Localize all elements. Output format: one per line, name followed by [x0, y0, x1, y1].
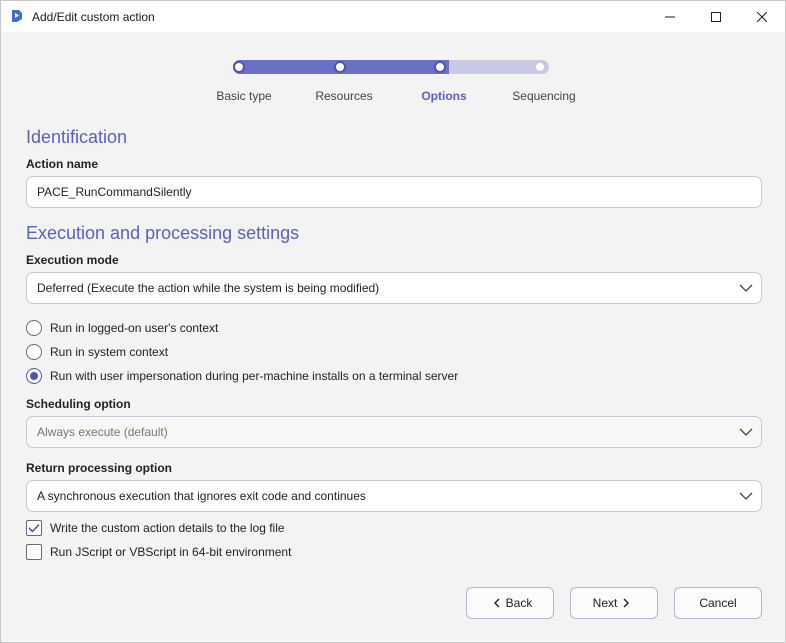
execution-mode-value: Deferred (Execute the action while the s…: [37, 281, 380, 295]
cancel-button-label: Cancel: [699, 596, 737, 610]
cancel-button[interactable]: Cancel: [674, 587, 762, 619]
return-processing-value: A synchronous execution that ignores exi…: [37, 489, 366, 503]
checkbox[interactable]: [26, 520, 42, 536]
scheduling-option-select[interactable]: Always execute (default): [26, 416, 762, 448]
checkbox-64bit-script[interactable]: Run JScript or VBScript in 64-bit enviro…: [26, 543, 291, 561]
radio-button[interactable]: [26, 344, 42, 360]
chevron-left-icon: [493, 598, 500, 608]
execution-heading: Execution and processing settings: [26, 223, 300, 243]
step-label-options[interactable]: Options: [421, 89, 466, 103]
minimize-button[interactable]: [647, 1, 693, 32]
checkbox-write-log[interactable]: Write the custom action details to the l…: [26, 519, 285, 537]
return-processing-select[interactable]: A synchronous execution that ignores exi…: [26, 480, 762, 512]
identification-heading: Identification: [26, 127, 128, 147]
step-label-sequencing[interactable]: Sequencing: [512, 89, 575, 103]
maximize-button[interactable]: [693, 1, 739, 32]
checkbox-label: Write the custom action details to the l…: [50, 521, 285, 535]
radio-label: Run in system context: [50, 345, 169, 359]
chevron-down-icon: [739, 284, 753, 292]
action-name-input[interactable]: PACE_RunCommandSilently: [26, 176, 762, 208]
step-dot-resources[interactable]: [334, 61, 346, 73]
next-button-label: Next: [592, 596, 618, 610]
radio-label: Run with user impersonation during per-m…: [50, 369, 459, 383]
radio-label: Run in logged-on user's context: [50, 321, 219, 335]
execution-mode-select[interactable]: Deferred (Execute the action while the s…: [26, 272, 762, 304]
radio-user-impersonation[interactable]: Run with user impersonation during per-m…: [26, 367, 458, 385]
return-processing-label: Return processing option: [26, 461, 173, 475]
maximize-icon: [711, 11, 721, 22]
step-dot-basic-type[interactable]: [233, 61, 245, 73]
action-name-label: Action name: [26, 157, 99, 171]
close-button[interactable]: [739, 1, 785, 32]
checkbox[interactable]: [26, 544, 42, 560]
back-button-label: Back: [505, 596, 533, 610]
app-logo-icon: [12, 10, 22, 22]
chevron-down-icon: [739, 428, 753, 436]
step-label-basic-type[interactable]: Basic type: [216, 89, 271, 103]
chevron-down-icon: [739, 492, 753, 500]
window-title: Add/Edit custom action: [32, 10, 155, 24]
checkmark-icon: [28, 523, 40, 533]
radio-system-context[interactable]: Run in system context: [26, 343, 168, 361]
minimize-icon: [665, 16, 675, 17]
scheduling-option-value: Always execute (default): [37, 425, 168, 439]
step-dot-sequencing[interactable]: [534, 61, 546, 73]
step-dot-options[interactable]: [434, 61, 446, 73]
chevron-right-icon: [623, 598, 630, 608]
scheduling-option-label: Scheduling option: [26, 397, 131, 411]
radio-button[interactable]: [26, 368, 42, 384]
radio-button[interactable]: [26, 320, 42, 336]
action-name-value: PACE_RunCommandSilently: [37, 185, 192, 199]
radio-user-context[interactable]: Run in logged-on user's context: [26, 319, 218, 337]
checkbox-label: Run JScript or VBScript in 64-bit enviro…: [50, 545, 292, 559]
dialog-window: Add/Edit custom action Basic type Resour…: [0, 0, 786, 643]
step-label-resources[interactable]: Resources: [315, 89, 372, 103]
execution-mode-label: Execution mode: [26, 253, 119, 267]
title-bar: Add/Edit custom action: [1, 1, 785, 32]
back-button[interactable]: Back: [466, 587, 554, 619]
close-icon: [757, 11, 767, 22]
next-button[interactable]: Next: [570, 587, 658, 619]
wizard-stepper: Basic type Resources Options Sequencing: [1, 53, 785, 113]
